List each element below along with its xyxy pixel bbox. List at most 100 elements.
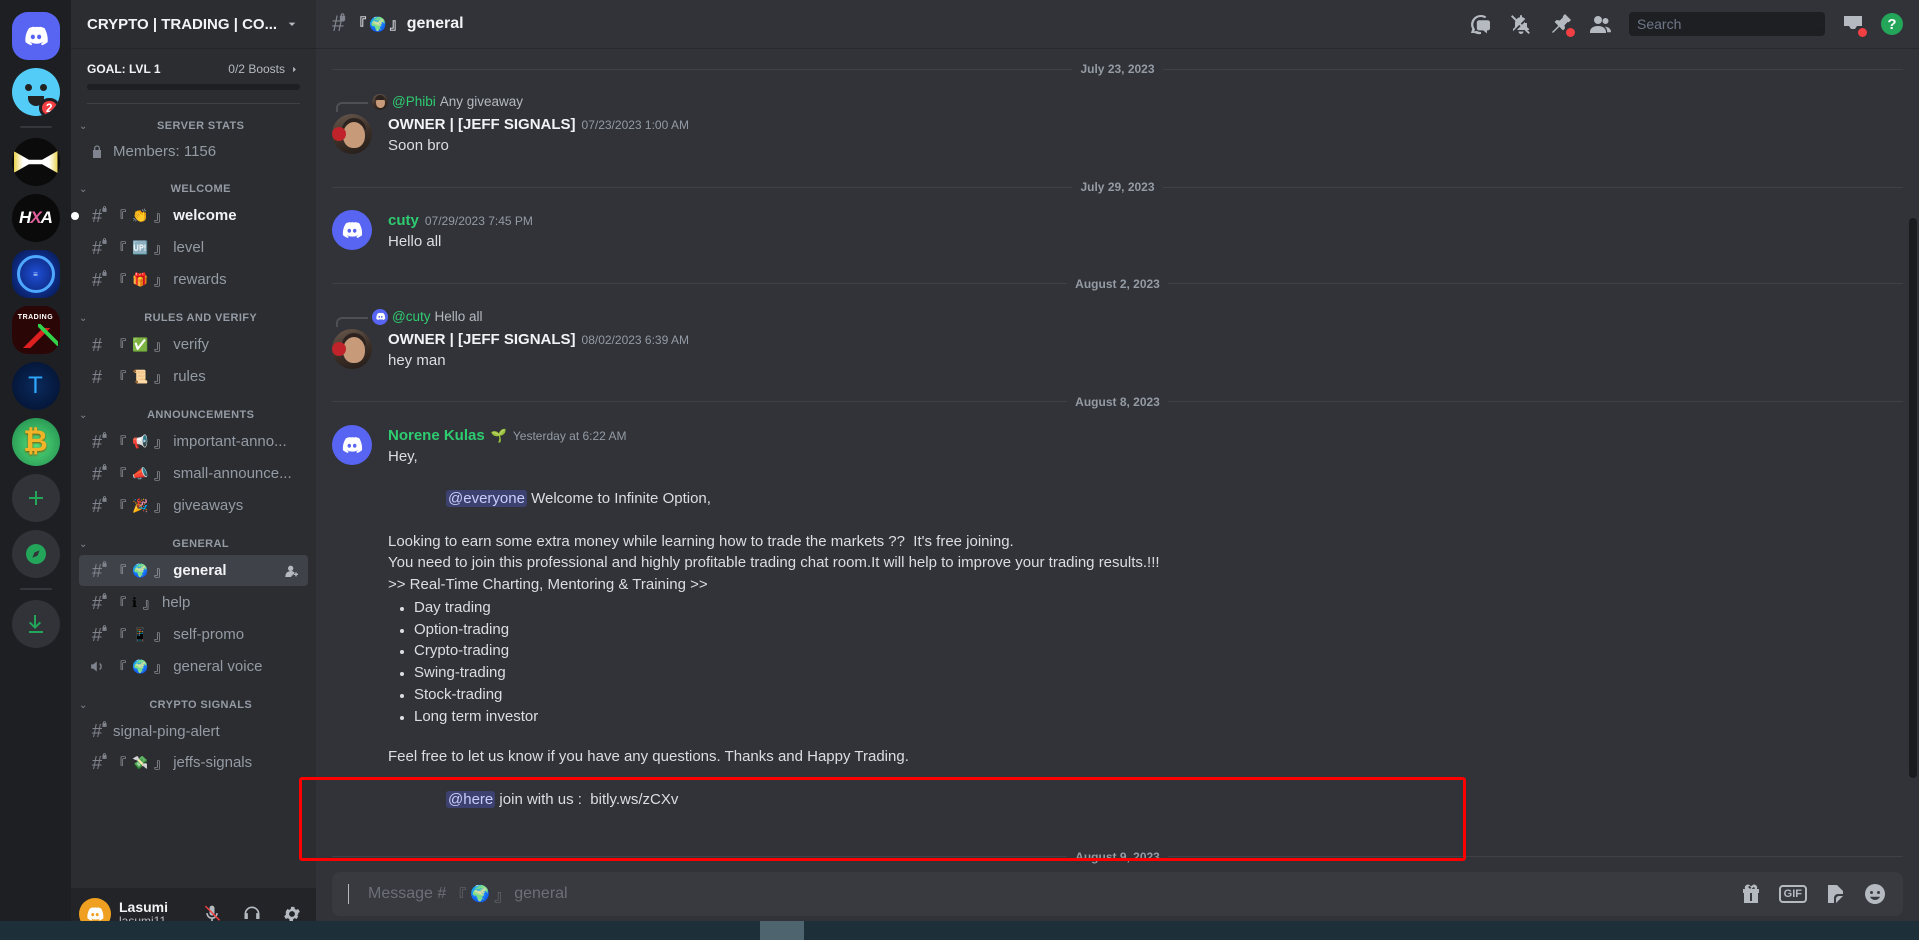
sidebar-item-small-announce[interactable]: # 『 📣 』 small-announce... — [79, 458, 308, 489]
guild-header[interactable]: CRYPTO | TRADING | CO... — [71, 0, 316, 48]
message-scrollbar[interactable] — [1909, 218, 1917, 778]
join-link-text[interactable]: join with us : bitly.ws/zCXv — [495, 791, 678, 808]
sidebar-item-level[interactable]: # 『 🆙 』 level — [79, 232, 308, 263]
server-icon-bitcoin[interactable] — [11, 418, 60, 466]
sidebar-item-general-voice[interactable]: 『 🌍 』 general voice — [79, 651, 308, 682]
category-label: GENERAL — [172, 538, 229, 550]
bracket-close: 』 — [154, 209, 168, 224]
party-popper-icon: 🎉 — [132, 497, 149, 513]
decor — [332, 341, 346, 356]
lock-badge — [101, 431, 108, 439]
divider-line — [332, 856, 1068, 858]
sidebar-item-rules[interactable]: # 『 📜 』 rules — [79, 361, 308, 392]
create-invite-icon[interactable] — [284, 563, 300, 579]
hash-lock-icon: # — [87, 721, 107, 740]
download-apps-button[interactable] — [11, 600, 60, 648]
os-taskbar[interactable] — [0, 921, 1919, 940]
sidebar-item-important-anno[interactable]: # 『 📢 』 important-anno... — [79, 426, 308, 457]
sidebar-item-self-promo[interactable]: # 『 📱 』 self-promo — [79, 619, 308, 650]
message-header: OWNER | [JEFF SIGNALS] 08/02/2023 6:39 A… — [388, 329, 1871, 350]
category-announcements[interactable]: ⌄ ANNOUNCEMENTS — [71, 393, 316, 425]
message-timestamp: 07/23/2023 1:00 AM — [581, 118, 689, 132]
username: Lasumi — [119, 899, 169, 916]
server-icon-tether[interactable] — [11, 362, 60, 410]
lock-badge — [101, 624, 108, 632]
emoji-icon[interactable] — [1863, 882, 1887, 906]
chevron-right-icon — [293, 66, 296, 72]
category-rules-and-verify[interactable]: ⌄ RULES AND VERIFY — [71, 296, 316, 328]
sidebar-item-jeffs-signals[interactable]: # 『 💸 』 jeffs-signals — [79, 747, 308, 778]
category-server-stats[interactable]: ⌄ SERVER STATS — [71, 104, 316, 136]
rail-divider-2 — [19, 588, 52, 590]
message-author[interactable]: OWNER | [JEFF SIGNALS] — [388, 329, 576, 350]
channel-list[interactable]: ⌄ SERVER STATS Members: 1156 ⌄ WELCOME #… — [71, 104, 316, 888]
sidebar-item-general[interactable]: # 『 🌍 』 general — [79, 555, 308, 586]
message-line: Looking to earn some extra money while l… — [388, 533, 1014, 551]
gift-icon[interactable] — [1739, 882, 1763, 906]
decor — [343, 122, 365, 148]
taskbar-active-window[interactable] — [760, 921, 804, 940]
server-icon-blue-face[interactable]: 2 — [11, 68, 60, 116]
trend-line-green — [37, 324, 58, 346]
here-mention[interactable]: @here — [446, 791, 496, 809]
message-header: OWNER | [JEFF SIGNALS] 07/23/2023 1:00 A… — [388, 114, 1871, 135]
globe-icon: 🌍 — [132, 658, 149, 674]
hash-lock-icon: # — [87, 269, 107, 289]
message-author[interactable]: OWNER | [JEFF SIGNALS] — [388, 114, 576, 135]
gif-icon[interactable]: GIF — [1778, 885, 1807, 903]
explore-servers-button[interactable] — [11, 530, 60, 578]
message: OWNER | [JEFF SIGNALS] 07/23/2023 1:00 A… — [316, 112, 1919, 158]
help-icon[interactable]: ? — [1881, 13, 1903, 35]
sidebar-item-rewards[interactable]: # 『 🎁 』 rewards — [79, 264, 308, 295]
hash-lock-icon: # — [87, 463, 107, 483]
message-list[interactable]: July 23, 2023 @Phibi Any giveaway OWNER … — [316, 48, 1919, 872]
sidebar-item-help[interactable]: # 『 ℹ 』 help — [79, 587, 308, 618]
composer-placeholder[interactable]: Message # 『 🌍 』 general — [368, 882, 1723, 906]
sidebar-item-members-count[interactable]: Members: 1156 — [79, 137, 308, 166]
inbox-icon[interactable] — [1841, 12, 1867, 37]
up-icon: 🆙 — [132, 239, 149, 255]
avatar[interactable] — [332, 210, 372, 251]
globe-icon: 🌍 — [470, 886, 491, 903]
category-crypto-signals[interactable]: ⌄ CRYPTO SIGNALS — [71, 683, 316, 715]
category-welcome[interactable]: ⌄ WELCOME — [71, 167, 316, 199]
date-divider: July 23, 2023 — [332, 62, 1903, 76]
message-author[interactable]: Norene Kulas — [388, 425, 485, 446]
reply-author[interactable]: @Phibi — [392, 94, 436, 110]
server-icon-ring[interactable]: ≡ — [11, 250, 60, 298]
pinned-messages-icon[interactable] — [1549, 12, 1575, 37]
notifications-muted-icon[interactable] — [1509, 12, 1533, 36]
avatar[interactable] — [332, 328, 372, 369]
server-icon-bowtie[interactable] — [11, 138, 60, 186]
server-icon-home-discord[interactable] — [11, 12, 60, 60]
avatar[interactable] — [332, 114, 372, 154]
sticker-icon[interactable] — [1823, 882, 1847, 906]
server-icon-trading[interactable]: TRADING — [11, 306, 60, 354]
message-author[interactable]: cuty — [388, 210, 419, 231]
ring-logo-text: ≡ — [33, 269, 38, 279]
search-field[interactable] — [1637, 16, 1818, 32]
message-body: OWNER | [JEFF SIGNALS] 07/23/2023 1:00 A… — [388, 114, 1871, 156]
sidebar-item-welcome[interactable]: # 『 👏 』 welcome — [71, 200, 308, 231]
member-list-icon[interactable] — [1589, 12, 1613, 36]
megaphone-icon: 📣 — [132, 465, 149, 481]
server-icon-hxa[interactable]: HXA — [11, 194, 60, 242]
everyone-mention[interactable]: @everyone — [446, 490, 527, 508]
sidebar-item-verify[interactable]: # 『 ✅ 』 verify — [79, 329, 308, 360]
bracket-open: 『 — [352, 16, 367, 32]
reply-author[interactable]: @cuty — [392, 309, 430, 325]
category-general[interactable]: ⌄ GENERAL — [71, 522, 316, 554]
sidebar-item-signal-ping-alert[interactable]: # signal-ping-alert — [79, 716, 308, 746]
search-input[interactable] — [1629, 12, 1825, 36]
avatar[interactable] — [332, 424, 372, 465]
bracket-close: 』 — [154, 241, 168, 256]
reply-reference[interactable]: @cuty Hello all — [316, 307, 1919, 327]
threads-icon[interactable] — [1469, 12, 1493, 36]
divider-line — [332, 68, 1073, 70]
add-server-button[interactable] — [11, 474, 60, 522]
discord-app: 2 HXA ≡ TRADING T ₿ CRYPTO | TRADING | C… — [0, 0, 1919, 940]
reply-reference[interactable]: @Phibi Any giveaway — [316, 92, 1919, 112]
sidebar-item-giveaways[interactable]: # 『 🎉 』 giveaways — [79, 490, 308, 521]
message-composer[interactable]: Message # 『 🌍 』 general GIF — [332, 872, 1903, 916]
boost-progress-section[interactable]: GOAL: LVL 1 0/2 Boosts — [71, 48, 316, 104]
